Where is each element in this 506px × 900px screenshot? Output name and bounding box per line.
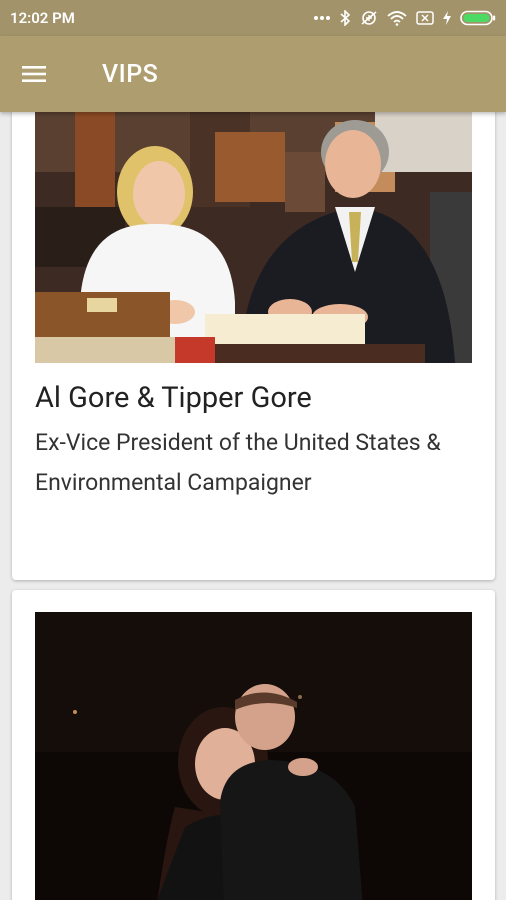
status-bar: 12:02 PM [0, 0, 506, 36]
status-icons [313, 10, 496, 26]
no-sim-icon [416, 11, 434, 25]
status-time: 12:02 PM [10, 9, 75, 27]
charging-icon [443, 11, 451, 25]
vip-card[interactable]: Al Gore & Tipper Gore Ex-Vice President … [12, 112, 495, 580]
vip-photo[interactable] [35, 112, 472, 363]
app-bar: VIPS [0, 36, 506, 112]
vip-name: Al Gore & Tipper Gore [35, 381, 312, 415]
vip-list[interactable]: Al Gore & Tipper Gore Ex-Vice President … [0, 112, 506, 900]
vip-photo[interactable] [35, 612, 472, 900]
data-saver-icon [360, 10, 378, 26]
hamburger-menu-icon[interactable] [22, 65, 46, 83]
vip-card[interactable] [12, 590, 495, 900]
photo-al-gore-tipper-gore [35, 112, 472, 363]
page-title: VIPS [102, 59, 159, 89]
more-dots-icon [313, 15, 331, 21]
wifi-icon [387, 10, 407, 26]
vip-description: Ex-Vice President of the United States &… [35, 429, 441, 496]
battery-icon [460, 10, 496, 26]
bluetooth-icon [340, 10, 351, 26]
photo-couple-portrait [35, 612, 472, 900]
menu-button[interactable] [0, 36, 70, 112]
